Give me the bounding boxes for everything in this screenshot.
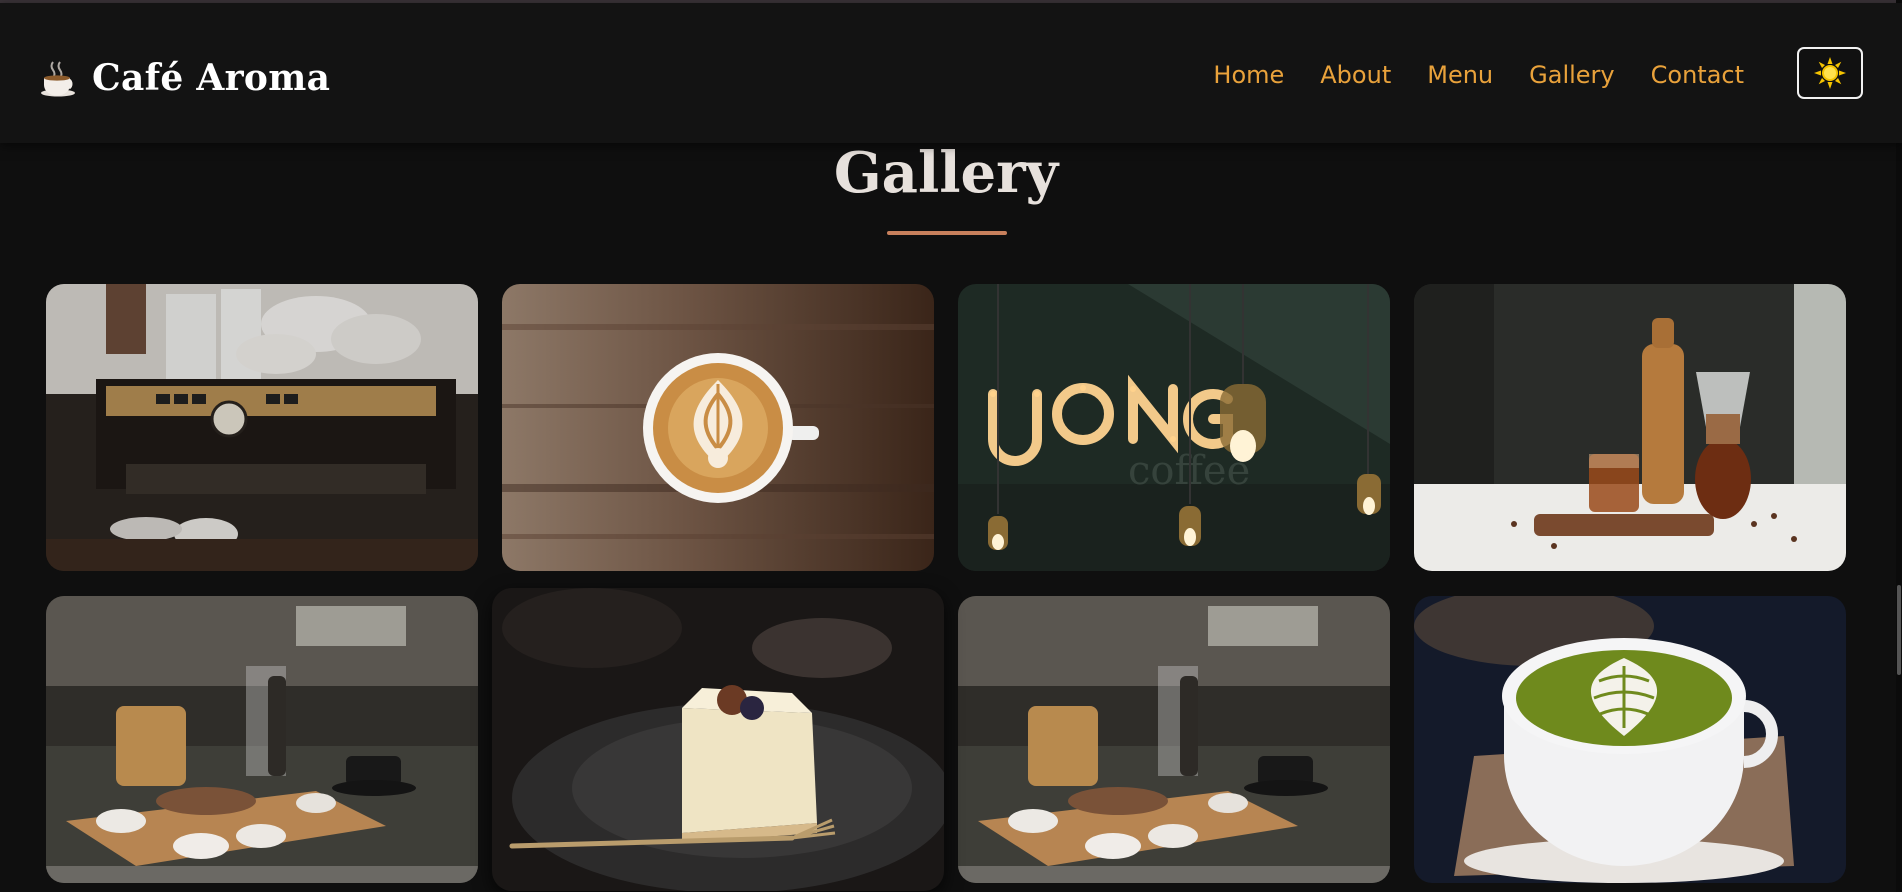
gallery-image-1[interactable]: [46, 284, 478, 571]
theme-toggle-button[interactable]: [1797, 47, 1863, 99]
gallery-image-2[interactable]: [502, 284, 934, 571]
nav-link-contact[interactable]: Contact: [1651, 61, 1744, 89]
gallery-image-5[interactable]: [46, 596, 478, 883]
gallery-grid: coffee: [46, 284, 1846, 892]
espresso-machine-photo: [46, 284, 478, 571]
brand-logo[interactable]: Café Aroma: [38, 53, 330, 103]
page-scrollbar-thumb[interactable]: [1897, 585, 1901, 675]
cheesecake-slice-plate-photo: [492, 588, 944, 891]
gallery-title: Gallery: [833, 140, 1059, 206]
cold-brew-bottle-tray-photo: [1414, 284, 1846, 571]
gallery-image-6[interactable]: [492, 588, 944, 891]
gallery-image-7[interactable]: [958, 596, 1390, 883]
nav-link-gallery[interactable]: Gallery: [1529, 61, 1614, 89]
cafe-table-snacks-photo: [46, 596, 478, 883]
gallery-title-underline: [887, 231, 1007, 235]
nav-link-menu[interactable]: Menu: [1427, 61, 1493, 89]
cafe-table-snacks-photo: [958, 596, 1390, 883]
gallery-image-4[interactable]: [1414, 284, 1846, 571]
latte-art-wood-table-photo: [502, 284, 934, 571]
nav-menu: Home About Menu Gallery Contact: [1213, 55, 1744, 95]
neon-cafe-sign-pendant-lights-photo: coffee: [958, 284, 1390, 571]
coffee-cup-icon: [41, 61, 75, 97]
navbar: Café Aroma Home About Menu Gallery Conta…: [0, 3, 1902, 143]
brand-name: Café Aroma: [92, 57, 331, 99]
sun-icon: [1814, 57, 1846, 89]
gallery-image-8[interactable]: [1414, 596, 1846, 883]
gallery-image-3[interactable]: coffee: [958, 284, 1390, 571]
nav-link-about[interactable]: About: [1320, 61, 1391, 89]
nav-link-home[interactable]: Home: [1213, 61, 1284, 89]
matcha-latte-art-photo: [1414, 596, 1846, 883]
